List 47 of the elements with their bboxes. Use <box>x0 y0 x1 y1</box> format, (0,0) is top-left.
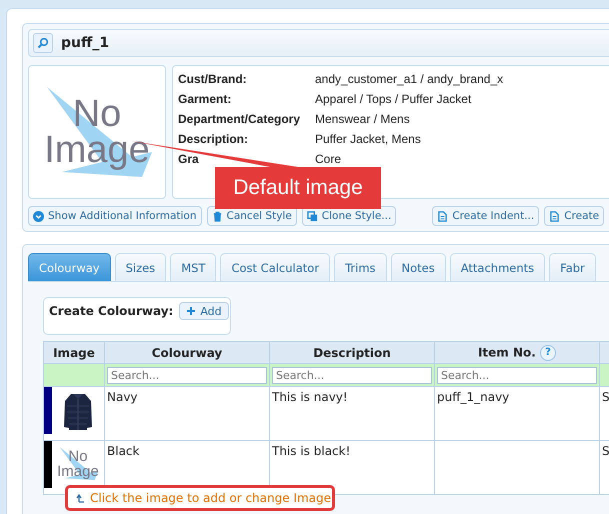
detail-value: Menswear / Mens <box>315 112 411 126</box>
tab[interactable]: Fabr <box>549 253 596 281</box>
detail-label: Department/Category <box>178 112 302 126</box>
tab[interactable]: Sizes <box>114 253 166 281</box>
tab[interactable]: MST <box>170 253 216 281</box>
column-header: Item No. ? <box>434 342 600 364</box>
detail-value: Core <box>315 152 342 166</box>
chevron-down-icon <box>33 210 44 222</box>
column-header: Image <box>44 342 104 364</box>
trash-icon <box>212 210 222 222</box>
table-cell: S <box>602 390 609 404</box>
table-cell: This is black! <box>272 444 350 458</box>
return-arrow-icon <box>76 493 86 503</box>
table-cell: Black <box>107 444 140 458</box>
table-cell: Navy <box>107 390 138 404</box>
add-button[interactable]: Add <box>179 302 229 320</box>
create-label: Create Colourway: <box>49 304 174 318</box>
document-icon <box>437 210 448 222</box>
action-button[interactable]: Create Indent... <box>432 206 540 226</box>
table-cell: puff_1_navy <box>437 390 510 404</box>
detail-label: Garment: <box>178 92 232 106</box>
copy-icon <box>306 210 318 222</box>
search-field[interactable]: Search... <box>437 366 597 384</box>
tab[interactable]: Cost Calculator <box>220 253 330 281</box>
column-header: Description <box>270 342 434 364</box>
detail-label: Description: <box>178 132 250 146</box>
column-header: Colourway <box>104 342 270 364</box>
search-field[interactable]: Search... <box>107 366 267 384</box>
table-cell: S <box>602 444 609 458</box>
detail-value: Apparel / Tops / Puffer Jacket <box>315 92 472 106</box>
tab[interactable]: Attachments <box>450 253 546 281</box>
tab[interactable]: Trims <box>334 253 387 281</box>
tab[interactable]: Colourway <box>28 253 111 281</box>
tab[interactable]: Notes <box>390 253 446 281</box>
action-button[interactable]: Show Additional Information <box>28 206 202 226</box>
style-title: puff_1 <box>61 35 110 51</box>
table-cell: This is navy! <box>272 390 348 404</box>
document-icon <box>549 210 560 222</box>
detail-value: Puffer Jacket, Mens <box>315 132 422 146</box>
search-icon[interactable] <box>33 33 53 53</box>
detail-label: Gra <box>178 152 200 166</box>
detail-value: andy_customer_a1 / andy_brand_x <box>315 72 504 86</box>
hint-text: Click the image to add or change Image <box>90 491 332 505</box>
action-button[interactable]: Create <box>544 206 604 226</box>
plus-icon <box>186 306 196 316</box>
search-field[interactable]: Search... <box>272 366 432 384</box>
detail-label: Cust/Brand: <box>178 72 248 86</box>
